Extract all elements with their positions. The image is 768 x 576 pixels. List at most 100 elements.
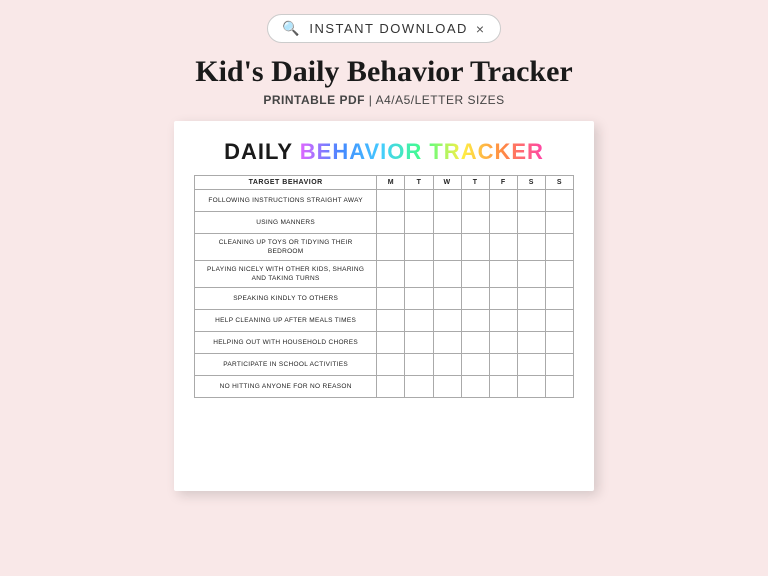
day-cell [433,190,461,212]
col-header-s1: S [517,176,545,190]
search-bar-label: INSTANT DOWNLOAD [309,21,468,36]
day-cell [377,234,405,261]
day-cell [433,376,461,398]
day-cell [461,332,489,354]
day-cell [545,261,573,288]
close-icon[interactable]: × [476,21,486,37]
day-cell [545,212,573,234]
day-cell [517,234,545,261]
day-cell [517,376,545,398]
day-cell [405,190,433,212]
table-row: HELPING OUT WITH HOUSEHOLD CHORES [195,332,574,354]
day-cell [405,376,433,398]
col-header-t2: T [461,176,489,190]
day-cell [545,234,573,261]
day-cell [517,261,545,288]
day-cell [517,212,545,234]
document-preview: DAILY BEHAVIOR TRACKER TARGET BEHAVIOR M… [174,121,594,491]
day-cell [517,310,545,332]
col-header-m: M [377,176,405,190]
search-icon: 🔍 [282,20,301,37]
day-cell [433,234,461,261]
table-row: HELP CLEANING UP AFTER MEALS TIMES [195,310,574,332]
day-cell [461,261,489,288]
col-header-behavior: TARGET BEHAVIOR [195,176,377,190]
behavior-cell: SPEAKING KINDLY TO OTHERS [195,288,377,310]
day-cell [433,288,461,310]
day-cell [433,310,461,332]
col-header-w: W [433,176,461,190]
day-cell [517,190,545,212]
day-cell [461,376,489,398]
col-header-t1: T [405,176,433,190]
behavior-cell: USING MANNERS [195,212,377,234]
day-cell [433,354,461,376]
day-cell [461,310,489,332]
day-cell [405,310,433,332]
day-cell [545,354,573,376]
behavior-cell: PLAYING NICELY WITH OTHER KIDS, SHARING … [195,261,377,288]
behavior-cell: FOLLOWING INSTRUCTIONS STRAIGHT AWAY [195,190,377,212]
day-cell [517,288,545,310]
day-cell [545,332,573,354]
day-cell [517,332,545,354]
day-cell [461,354,489,376]
table-row: FOLLOWING INSTRUCTIONS STRAIGHT AWAY [195,190,574,212]
day-cell [545,190,573,212]
day-cell [461,212,489,234]
table-header-row: TARGET BEHAVIOR M T W T F S S [195,176,574,190]
behavior-tracker-text: BEHAVIOR TRACKER [300,139,544,164]
day-cell [433,332,461,354]
day-cell [545,288,573,310]
subtitle-rest: | A4/A5/LETTER SIZES [365,93,505,107]
subtitle-bold: PRINTABLE PDF [263,93,365,107]
col-header-s2: S [545,176,573,190]
day-cell [489,332,517,354]
tracker-table: TARGET BEHAVIOR M T W T F S S FOLLOWING … [194,175,574,398]
table-row: SPEAKING KINDLY TO OTHERS [195,288,574,310]
day-cell [489,310,517,332]
behavior-cell: HELPING OUT WITH HOUSEHOLD CHORES [195,332,377,354]
page-subtitle: PRINTABLE PDF | A4/A5/LETTER SIZES [263,93,504,107]
day-cell [433,261,461,288]
table-row: PLAYING NICELY WITH OTHER KIDS, SHARING … [195,261,574,288]
day-cell [377,212,405,234]
day-cell [461,190,489,212]
day-cell [489,234,517,261]
day-cell [517,354,545,376]
daily-text: DAILY [224,139,300,164]
day-cell [377,354,405,376]
day-cell [545,376,573,398]
day-cell [405,332,433,354]
page-title: Kid's Daily Behavior Tracker [195,55,573,89]
day-cell [405,261,433,288]
day-cell [377,190,405,212]
table-row: USING MANNERS [195,212,574,234]
day-cell [489,354,517,376]
day-cell [489,261,517,288]
day-cell [405,234,433,261]
day-cell [433,212,461,234]
search-bar[interactable]: 🔍 INSTANT DOWNLOAD × [267,14,500,43]
day-cell [461,288,489,310]
day-cell [405,288,433,310]
behavior-cell: PARTICIPATE IN SCHOOL ACTIVITIES [195,354,377,376]
day-cell [405,354,433,376]
day-cell [461,234,489,261]
table-row: CLEANING UP TOYS OR TIDYING THEIR BEDROO… [195,234,574,261]
day-cell [377,310,405,332]
behavior-cell: CLEANING UP TOYS OR TIDYING THEIR BEDROO… [195,234,377,261]
day-cell [545,310,573,332]
col-header-f: F [489,176,517,190]
behavior-cell: NO HITTING ANYONE FOR NO REASON [195,376,377,398]
day-cell [489,288,517,310]
day-cell [377,261,405,288]
behavior-cell: HELP CLEANING UP AFTER MEALS TIMES [195,310,377,332]
day-cell [377,288,405,310]
day-cell [489,376,517,398]
day-cell [489,212,517,234]
tracker-title: DAILY BEHAVIOR TRACKER [194,139,574,165]
day-cell [377,376,405,398]
table-row: NO HITTING ANYONE FOR NO REASON [195,376,574,398]
day-cell [377,332,405,354]
